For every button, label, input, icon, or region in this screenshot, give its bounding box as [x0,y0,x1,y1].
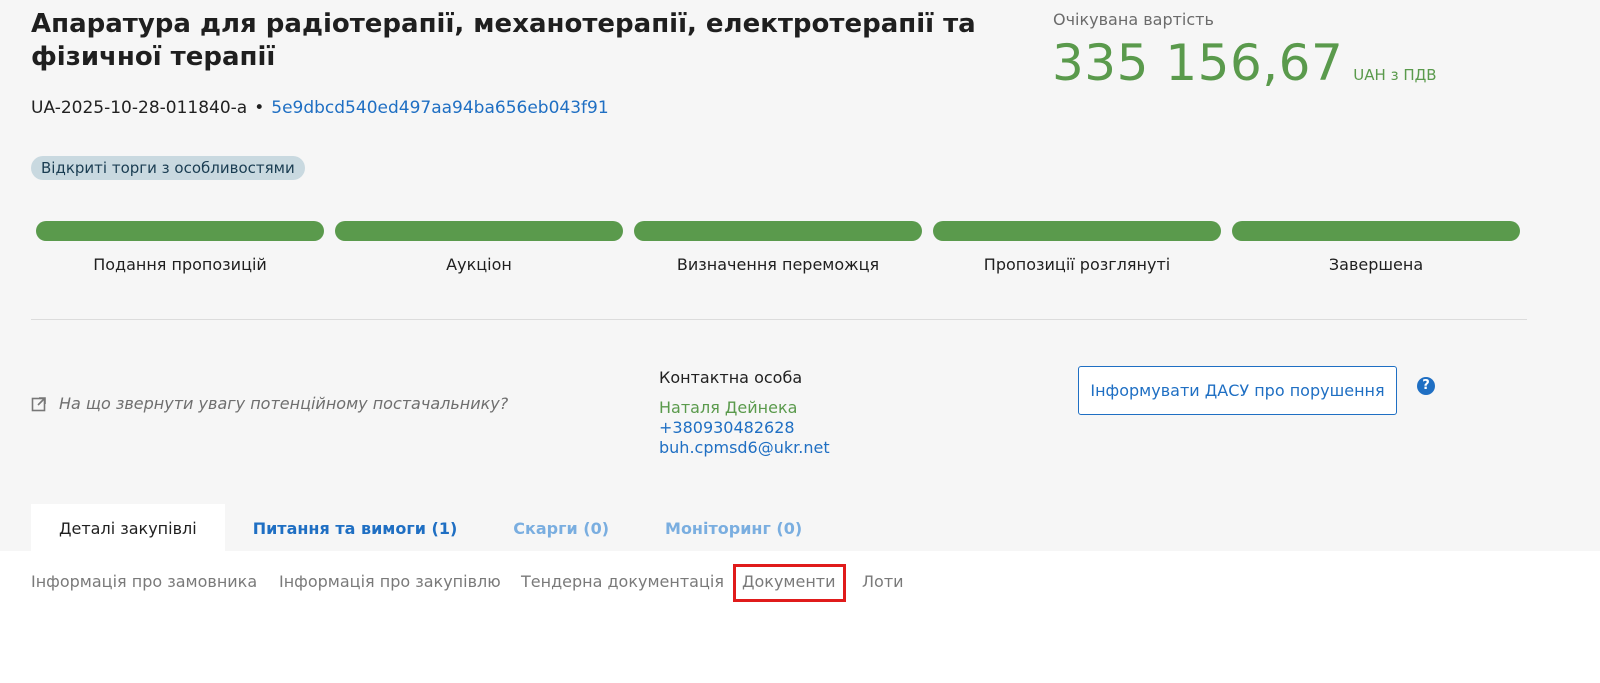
tender-hash-link[interactable]: 5e9dbcd540ed497aa94ba656eb043f91 [271,98,608,118]
subnav-procurement-info[interactable]: Інформація про закупівлю [279,571,501,593]
contact-label: Контактна особа [659,368,803,387]
stage-winner-selection: Визначення переможця [634,221,922,274]
contact-person-block: Контактна особа Наталя Дейнека +38093048… [659,368,830,458]
tab-complaints[interactable]: Скарги (0) [485,504,637,551]
expected-value-amount: 335 156,67 [1052,34,1344,92]
main-tabs: Деталі закупівлі Питання та вимоги (1) С… [31,504,830,551]
expected-value-label: Очікувана вартість [1053,10,1214,29]
stage-label: Аукціон [446,255,512,274]
tab-procurement-details[interactable]: Деталі закупівлі [31,504,225,551]
expected-value-currency: UAH з ПДВ [1353,66,1437,84]
stage-bar [36,221,324,241]
tender-header-panel: Апаратура для радіотерапії, механотерапі… [0,0,1600,551]
contact-email-link[interactable]: buh.cpmsd6@ukr.net [659,438,830,458]
help-icon[interactable]: ? [1417,377,1435,395]
supplier-hint-text: На що звернути увагу потенційному постач… [59,394,509,413]
subnav-lots[interactable]: Лоти [862,571,904,593]
stage-submission: Подання пропозицій [36,221,324,274]
stage-label: Завершена [1328,255,1424,274]
report-violation-button[interactable]: Інформувати ДАСУ про порушення [1078,366,1397,415]
procedure-type-badge: Відкриті торги з особливостями [31,156,305,180]
contact-phone-link[interactable]: +380930482628 [659,418,830,438]
page-title: Апаратура для радіотерапії, механотерапі… [31,9,976,72]
supplier-hint-link[interactable]: На що звернути увагу потенційному постач… [31,394,508,413]
subnav-tender-docs[interactable]: Тендерна документація [521,571,724,593]
stage-auction: Аукціон [335,221,623,274]
tab-monitoring[interactable]: Моніторинг (0) [637,504,830,551]
tender-id: UA-2025-10-28-011840-a [31,98,248,118]
expected-value: 335 156,67 UAH з ПДВ [1052,28,1437,98]
id-separator: • [254,98,265,118]
tender-stages-progress: Подання пропозицій Аукціон Визначення пе… [36,221,1522,281]
stage-label: Подання пропозицій [93,255,267,274]
stage-bar [335,221,623,241]
stage-label: Пропозиції розглянуті [983,255,1171,274]
highlight-box [733,564,846,602]
external-link-icon [31,396,46,411]
section-divider [31,319,1527,320]
stage-bar [933,221,1221,241]
subnav-customer-info[interactable]: Інформація про замовника [31,571,257,593]
stage-completed: Завершена [1232,221,1520,274]
contact-name: Наталя Дейнека [659,398,798,417]
stage-bids-reviewed: Пропозиції розглянуті [933,221,1221,274]
stage-bar [634,221,922,241]
tab-questions[interactable]: Питання та вимоги (1) [225,504,486,551]
tender-identifiers: UA-2025-10-28-011840-a • 5e9dbcd540ed497aa… [31,97,609,119]
stage-bar [1232,221,1520,241]
stage-label: Визначення переможця [676,255,880,274]
